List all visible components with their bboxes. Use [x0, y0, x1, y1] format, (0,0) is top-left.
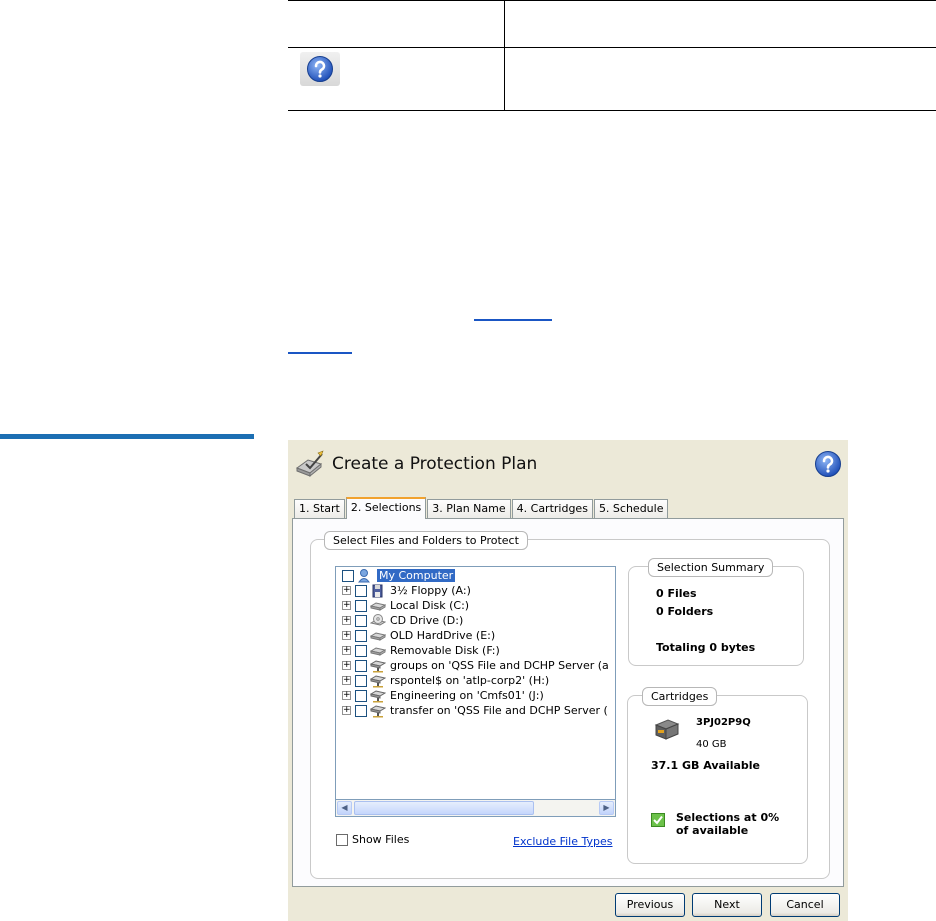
- file-tree[interactable]: My Computer + 3½ Floppy (A:) + Local Dis…: [335, 566, 616, 800]
- table-column-divider: [504, 0, 505, 111]
- select-files-group-label: Select Files and Folders to Protect: [324, 531, 528, 550]
- cross-reference-link-underline[interactable]: [288, 352, 352, 354]
- tree-item-rspontel[interactable]: + rspontel$ on 'atlp-corp2' (H:): [342, 673, 549, 688]
- table-rule-top: [288, 0, 936, 1]
- show-files-checkbox[interactable]: [336, 833, 348, 846]
- tree-item-floppy[interactable]: + 3½ Floppy (A:): [342, 583, 471, 598]
- check-icon: [651, 812, 665, 827]
- tree-item-label: groups on 'QSS File and DCHP Server (a: [390, 659, 609, 672]
- cartridges-title: Cartridges: [642, 687, 718, 706]
- selections-of-available: of available: [676, 824, 749, 837]
- tree-item-cd-drive[interactable]: + CD Drive (D:): [342, 613, 463, 628]
- wizard-tabs: 1. Start 2. Selections 3. Plan Name 4. C…: [294, 497, 669, 519]
- protection-plan-icon: [294, 450, 324, 478]
- expand-icon[interactable]: +: [342, 646, 351, 655]
- floppy-icon: [370, 584, 386, 598]
- tree-item-label: OLD HardDrive (E:): [390, 629, 496, 642]
- show-files-option[interactable]: Show Files: [336, 833, 409, 846]
- tree-item-checkbox[interactable]: [342, 569, 354, 582]
- tree-item-engineering[interactable]: + Engineering on 'Cmfs01' (J:): [342, 688, 544, 703]
- tree-item-label: transfer on 'QSS File and DCHP Server (: [390, 704, 608, 717]
- expand-icon[interactable]: +: [342, 676, 351, 685]
- expand-icon[interactable]: +: [342, 616, 351, 625]
- help-icon[interactable]: [814, 450, 842, 478]
- cd-drive-icon: [369, 613, 387, 628]
- expand-icon[interactable]: +: [342, 631, 351, 640]
- tree-item-checkbox[interactable]: [355, 614, 367, 627]
- tree-item-old-harddrive[interactable]: + OLD HardDrive (E:): [342, 628, 495, 643]
- tree-item-removable-disk[interactable]: + Removable Disk (F:): [342, 643, 500, 658]
- tree-item-groups[interactable]: + groups on 'QSS File and DCHP Server (a: [342, 658, 609, 673]
- dialog-header: Create a Protection Plan: [288, 440, 848, 496]
- tab-plan-name[interactable]: 3. Plan Name: [427, 499, 511, 519]
- section-rule: [0, 434, 254, 439]
- tree-item-label: Local Disk (C:): [390, 599, 470, 612]
- cartridge-available: 37.1 GB Available: [651, 759, 760, 772]
- tree-horizontal-scrollbar[interactable]: ◀ ▶: [335, 800, 616, 817]
- scroll-right-icon[interactable]: ▶: [599, 801, 614, 815]
- summary-folders: 0 Folders: [656, 605, 714, 618]
- tree-item-label: rspontel$ on 'atlp-corp2' (H:): [390, 674, 550, 687]
- tab-cartridges[interactable]: 4. Cartridges: [511, 499, 593, 519]
- cartridge-capacity: 40 GB: [696, 739, 727, 750]
- tree-item-label: Removable Disk (F:): [390, 644, 500, 657]
- show-files-label: Show Files: [352, 833, 410, 846]
- next-button[interactable]: Next: [692, 893, 762, 917]
- table-rule-middle: [288, 47, 936, 48]
- network-drive-icon: [369, 689, 387, 703]
- cancel-button[interactable]: Cancel: [770, 893, 840, 917]
- selections-percent: Selections at 0%: [676, 811, 780, 824]
- cross-reference-link-underline[interactable]: [474, 319, 552, 321]
- hard-drive-icon: [369, 599, 387, 613]
- dialog-title: Create a Protection Plan: [332, 454, 538, 474]
- tab-selections[interactable]: 2. Selections: [345, 497, 427, 519]
- hard-drive-icon: [369, 629, 387, 643]
- help-icon: [300, 52, 340, 86]
- tree-item-checkbox[interactable]: [355, 629, 367, 642]
- cartridge-icon: [652, 715, 680, 743]
- create-protection-plan-dialog: Create a Protection Plan 1. Start 2. Sel…: [288, 440, 848, 921]
- tree-item-checkbox[interactable]: [355, 584, 367, 597]
- tree-item-checkbox[interactable]: [355, 674, 367, 687]
- expand-icon[interactable]: +: [342, 601, 351, 610]
- tab-start[interactable]: 1. Start: [294, 499, 345, 519]
- network-drive-icon: [369, 659, 387, 673]
- removable-disk-icon: [369, 644, 387, 658]
- scroll-left-icon[interactable]: ◀: [337, 801, 352, 815]
- tree-item-transfer[interactable]: + transfer on 'QSS File and DCHP Server …: [342, 703, 608, 718]
- table-rule-bottom: [288, 110, 936, 111]
- tree-item-local-disk[interactable]: + Local Disk (C:): [342, 598, 469, 613]
- expand-icon[interactable]: +: [342, 691, 351, 700]
- expand-icon[interactable]: +: [342, 706, 351, 715]
- network-drive-icon: [369, 674, 387, 688]
- previous-button[interactable]: Previous: [615, 893, 685, 917]
- tree-item-my-computer[interactable]: My Computer: [342, 568, 456, 583]
- summary-total: Totaling 0 bytes: [656, 641, 756, 654]
- tree-item-label: CD Drive (D:): [390, 614, 464, 627]
- tree-item-checkbox[interactable]: [355, 659, 367, 672]
- help-icon-reference-table: [288, 0, 936, 112]
- tab-schedule[interactable]: 5. Schedule: [593, 499, 669, 519]
- tree-item-checkbox[interactable]: [355, 599, 367, 612]
- tree-item-label: 3½ Floppy (A:): [390, 584, 471, 597]
- expand-icon[interactable]: +: [342, 586, 351, 595]
- tree-item-label: My Computer: [377, 569, 456, 582]
- computer-icon: [357, 568, 373, 583]
- tree-item-checkbox[interactable]: [355, 644, 367, 657]
- exclude-file-types-link[interactable]: Exclude File Types: [513, 835, 613, 848]
- selection-summary-title: Selection Summary: [648, 558, 774, 577]
- network-drive-icon: [369, 704, 387, 718]
- scrollbar-thumb[interactable]: [354, 801, 534, 815]
- tree-item-label: Engineering on 'Cmfs01' (J:): [390, 689, 544, 702]
- tree-item-checkbox[interactable]: [355, 704, 367, 717]
- tree-item-checkbox[interactable]: [355, 689, 367, 702]
- expand-icon[interactable]: +: [342, 661, 351, 670]
- cartridge-id: 3PJ02P9Q: [696, 717, 751, 728]
- summary-files: 0 Files: [656, 587, 697, 600]
